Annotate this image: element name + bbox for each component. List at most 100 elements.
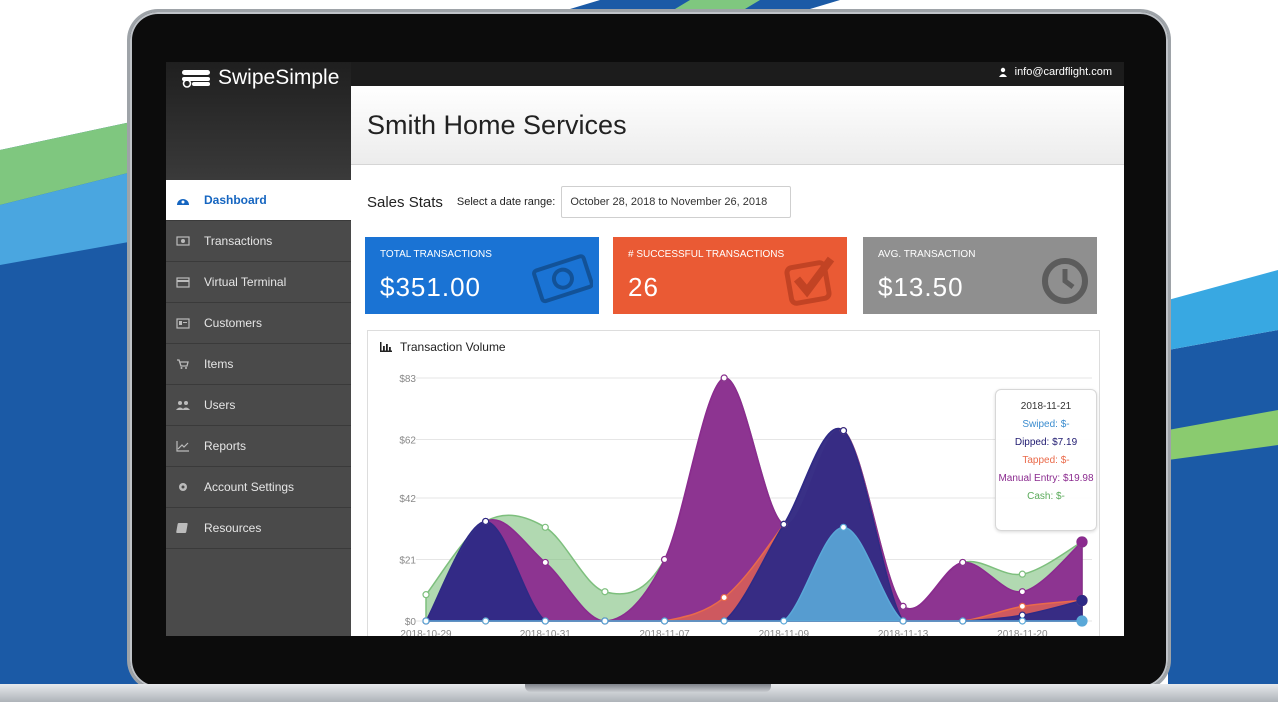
data-point[interactable] (1018, 611, 1026, 619)
book-icon (176, 523, 188, 533)
data-point[interactable] (541, 523, 549, 531)
data-point[interactable] (660, 617, 669, 625)
sidebar-item-label: Resources (204, 521, 262, 535)
y-tick-label: $62 (399, 435, 416, 446)
id-card-icon (176, 318, 190, 329)
bar-chart-icon (380, 342, 392, 352)
dashboard-icon (177, 199, 189, 205)
data-point[interactable] (541, 617, 549, 625)
sales-stats-title: Sales Stats (367, 193, 443, 211)
transaction-volume-chart: $0 $21 $42 $62 $83 2018-10-29 2018-10-31 2018-1… (399, 374, 1092, 636)
sidebar-item-label: Reports (204, 439, 247, 453)
card-label: AVG. TRANSACTION (878, 249, 976, 260)
sidebar-item-label: Users (204, 398, 236, 412)
sidebar-item-users[interactable]: Users (166, 385, 351, 426)
page-title: Smith Home Services (367, 110, 627, 140)
y-tick-label: $21 (399, 556, 416, 567)
sidebar-item-transactions[interactable]: Transactions (166, 221, 351, 262)
x-tick-label: 2018-11-07 (639, 629, 690, 636)
data-point[interactable] (959, 617, 967, 625)
tooltip-dipped: Dipped: $7.19 (1014, 437, 1078, 448)
tooltip-date: 2018-11-21 (1020, 401, 1072, 412)
y-tick-label: $0 (405, 617, 417, 628)
sidebar-item-customers[interactable]: Customers (166, 303, 351, 344)
clock-icon (1042, 258, 1088, 304)
chart-title: Transaction Volume (400, 340, 506, 354)
data-point[interactable] (1018, 588, 1026, 596)
card-label: TOTAL TRANSACTIONS (380, 249, 492, 260)
data-point[interactable] (1018, 617, 1026, 625)
data-point[interactable] (899, 617, 907, 625)
sidebar-item-items[interactable]: Items (166, 344, 351, 385)
tooltip-swiped: Swiped: $- (1022, 419, 1070, 430)
card-value: 26 (628, 272, 659, 302)
checkbox-icon (784, 256, 835, 306)
transactions-icon (176, 236, 190, 246)
transaction-volume-panel: $0 $21 $42 $62 $83 2018-10-29 2018-10-31 2018-1… (367, 330, 1100, 636)
sidebar-item-label: Customers (204, 316, 263, 330)
app-name: SwipeSimple (218, 66, 340, 89)
panel-title: Transaction Volume (380, 340, 506, 354)
data-point[interactable] (422, 617, 430, 625)
data-point[interactable] (601, 617, 609, 625)
data-point[interactable] (1076, 615, 1088, 627)
total-transactions-card: TOTAL TRANSACTIONS $351.00 (365, 237, 599, 314)
data-point[interactable] (482, 517, 490, 526)
sidebar-item-label: Transactions (204, 234, 273, 248)
y-tick-label: $42 (399, 494, 416, 505)
date-range-input[interactable] (561, 186, 792, 218)
data-point[interactable] (1018, 570, 1026, 578)
line-chart-icon (176, 441, 189, 452)
data-point[interactable] (720, 617, 728, 625)
sidebar-item-reports[interactable]: Reports (166, 426, 351, 467)
top-bar: info@cardflight.com (351, 62, 1124, 86)
avg-transaction-card: AVG. TRANSACTION $13.50 (863, 237, 1097, 314)
x-tick-label: 2018-11-20 (997, 629, 1048, 636)
successful-transactions-card: # SUCCESSFUL TRANSACTIONS 26 (613, 237, 847, 314)
tooltip-tapped: Tapped: $- (1022, 455, 1070, 466)
data-point[interactable] (780, 617, 788, 625)
data-point[interactable] (720, 593, 728, 602)
data-point[interactable] (1076, 536, 1088, 548)
app-logo[interactable]: SwipeSimple (180, 66, 339, 90)
sales-stats-row: Sales Stats Select a date range: (367, 186, 792, 218)
date-range-label: Select a date range: (456, 196, 556, 208)
x-tick-label: 2018-10-31 (520, 629, 572, 636)
app-screen: SwipeSimple Dashboard Transactions Virtu… (166, 62, 1124, 636)
card-value: $13.50 (878, 272, 964, 302)
sidebar-item-label: Dashboard (204, 193, 267, 207)
data-point[interactable] (482, 617, 490, 625)
user-icon (998, 67, 1007, 77)
sidebar-item-resources[interactable]: Resources (166, 508, 351, 549)
gear-icon (179, 483, 187, 491)
data-point[interactable] (780, 520, 788, 528)
swipesimple-logo-icon (182, 70, 210, 88)
data-point[interactable] (1018, 602, 1026, 610)
sidebar-item-label: Virtual Terminal (204, 275, 287, 289)
sidebar-item-label: Account Settings (204, 480, 295, 494)
sidebar-item-dashboard[interactable]: Dashboard (166, 180, 351, 221)
cart-icon (177, 359, 189, 369)
x-tick-label: 2018-11-13 (878, 629, 929, 636)
tooltip-cash: Cash: $- (1027, 491, 1065, 502)
user-menu[interactable]: info@cardflight.com (998, 66, 1112, 78)
x-tick-label: 2018-11-09 (759, 629, 810, 636)
sidebar: SwipeSimple Dashboard Transactions Virtu… (166, 62, 351, 636)
data-point[interactable] (720, 374, 728, 382)
data-point[interactable] (601, 588, 609, 596)
data-point[interactable] (959, 558, 967, 567)
data-point[interactable] (839, 523, 848, 531)
data-point[interactable] (1076, 594, 1088, 607)
data-point[interactable] (422, 591, 430, 599)
laptop-notch (525, 684, 771, 692)
sidebar-item-virtual-terminal[interactable]: Virtual Terminal (166, 262, 351, 303)
data-point[interactable] (899, 602, 907, 610)
data-point[interactable] (541, 558, 549, 567)
credit-card-icon (176, 277, 190, 288)
sidebar-item-account-settings[interactable]: Account Settings (166, 467, 351, 508)
card-label: # SUCCESSFUL TRANSACTIONS (628, 249, 785, 260)
user-email: info@cardflight.com (1014, 66, 1112, 78)
chart-tooltip: 2018-11-21 Swiped: $- Dipped: $7.19 Tapp… (995, 389, 1097, 531)
data-point[interactable] (839, 427, 848, 435)
data-point[interactable] (660, 555, 669, 564)
